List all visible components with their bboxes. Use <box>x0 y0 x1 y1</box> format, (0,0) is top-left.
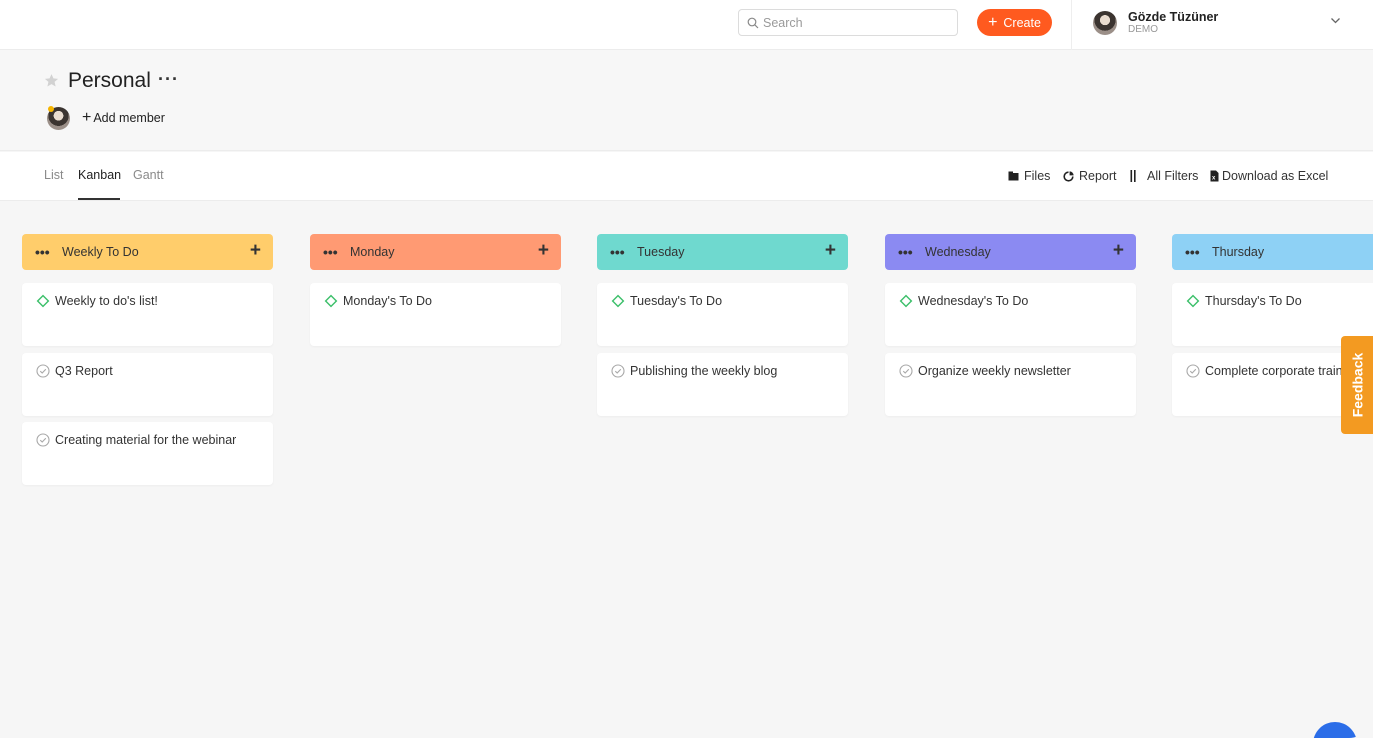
column-header: ••• Weekly To Do + <box>22 234 273 270</box>
all-filters-label: All Filters <box>1147 169 1199 183</box>
chevron-down-icon[interactable] <box>1330 15 1341 26</box>
column-title: Weekly To Do <box>62 245 139 259</box>
avatar <box>1093 11 1117 35</box>
search-input[interactable] <box>763 15 943 30</box>
user-subtitle: DEMO <box>1128 24 1158 35</box>
help-chat-button[interactable] <box>1313 722 1357 738</box>
kanban-card[interactable]: Q3 Report <box>22 353 273 416</box>
page-title: Personal <box>68 69 151 92</box>
user-name: Gözde Tüzüner <box>1128 10 1219 24</box>
download-excel-button[interactable]: x Download as Excel <box>1210 169 1328 183</box>
check-circle-icon <box>611 364 625 378</box>
create-label: Create <box>1003 15 1041 30</box>
tab-kanban[interactable]: Kanban <box>78 168 121 182</box>
kanban-card[interactable]: Publishing the weekly blog <box>597 353 848 416</box>
user-menu[interactable]: Gözde Tüzüner DEMO <box>1093 10 1348 36</box>
top-bar: + Create Gözde Tüzüner DEMO <box>0 0 1373 50</box>
column-header: ••• Wednesday + <box>885 234 1136 270</box>
card-title: Monday's To Do <box>343 294 433 308</box>
active-tab-indicator <box>78 198 120 200</box>
kanban-column: ••• Weekly To Do + Weekly to do's list! … <box>22 234 273 485</box>
card-title: Complete corporate training <box>1205 364 1360 378</box>
kanban-column: ••• Monday + Monday's To Do <box>310 234 561 346</box>
create-button[interactable]: + Create <box>977 9 1052 36</box>
card-title: Thursday's To Do <box>1205 294 1302 308</box>
plus-icon: + <box>988 13 998 31</box>
project-more-button[interactable]: ··· <box>158 69 179 90</box>
card-title: Tuesday's To Do <box>630 294 723 308</box>
check-circle-icon <box>36 364 50 378</box>
card-title: Q3 Report <box>55 364 113 378</box>
kanban-column: ••• Thursday Thursday's To Do Complete c… <box>1172 234 1373 416</box>
add-card-button[interactable]: + <box>825 241 836 260</box>
files-button[interactable]: Files <box>1008 169 1050 183</box>
plus-icon: + <box>82 109 92 126</box>
kanban-column: ••• Tuesday + Tuesday's To Do Publishing… <box>597 234 848 416</box>
check-circle-icon <box>1186 364 1200 378</box>
diamond-icon <box>611 294 625 308</box>
tab-gantt[interactable]: Gantt <box>133 168 164 182</box>
diamond-icon <box>1186 294 1200 308</box>
column-header: ••• Tuesday + <box>597 234 848 270</box>
add-card-button[interactable]: + <box>250 241 261 260</box>
report-label: Report <box>1079 169 1117 183</box>
folder-icon <box>1008 171 1019 181</box>
kanban-card[interactable]: Monday's To Do <box>310 283 561 346</box>
add-member-label: Add member <box>93 111 165 125</box>
search-icon <box>747 17 759 28</box>
check-circle-icon <box>899 364 913 378</box>
column-menu-icon[interactable]: ••• <box>1185 244 1207 260</box>
add-card-button[interactable]: + <box>1113 241 1124 260</box>
files-label: Files <box>1024 169 1051 183</box>
kanban-card[interactable]: Creating material for the webinar <box>22 422 273 485</box>
column-title: Tuesday <box>637 245 685 259</box>
excel-file-icon: x <box>1210 170 1219 182</box>
diamond-icon <box>36 294 50 308</box>
check-circle-icon <box>36 433 50 447</box>
all-filters-button[interactable]: All Filters <box>1130 169 1198 183</box>
add-card-button[interactable]: + <box>538 241 549 260</box>
column-title: Monday <box>350 245 395 259</box>
kanban-card[interactable]: Wednesday's To Do <box>885 283 1136 346</box>
kanban-column: ••• Wednesday + Wednesday's To Do Organi… <box>885 234 1136 416</box>
feedback-button[interactable]: Feedback <box>1341 336 1373 434</box>
status-dot <box>48 106 54 112</box>
card-title: Publishing the weekly blog <box>630 364 778 378</box>
divider <box>1071 0 1072 50</box>
card-title: Weekly to do's list! <box>55 294 158 308</box>
filter-bars-icon <box>1130 170 1136 182</box>
star-icon[interactable] <box>44 73 59 88</box>
card-title: Wednesday's To Do <box>918 294 1029 308</box>
column-title: Wednesday <box>925 245 991 259</box>
view-tab-bar: List Kanban Gantt Files Report All Filte… <box>0 152 1373 201</box>
column-title: Thursday <box>1212 245 1265 259</box>
report-button[interactable]: Report <box>1063 169 1117 183</box>
card-title: Organize weekly newsletter <box>918 364 1071 378</box>
column-menu-icon[interactable]: ••• <box>610 244 632 260</box>
diamond-icon <box>899 294 913 308</box>
kanban-card[interactable]: Organize weekly newsletter <box>885 353 1136 416</box>
card-title: Creating material for the webinar <box>55 433 237 447</box>
search-box[interactable] <box>738 9 958 36</box>
diamond-icon <box>324 294 338 308</box>
column-menu-icon[interactable]: ••• <box>35 244 57 260</box>
add-member-button[interactable]: + Add member <box>82 110 165 126</box>
column-header: ••• Thursday <box>1172 234 1373 270</box>
pie-chart-icon <box>1063 170 1074 182</box>
kanban-card[interactable]: Weekly to do's list! <box>22 283 273 346</box>
project-header: Personal ··· + Add member <box>0 50 1373 151</box>
column-menu-icon[interactable]: ••• <box>323 244 345 260</box>
column-header: ••• Monday + <box>310 234 561 270</box>
kanban-card[interactable]: Tuesday's To Do <box>597 283 848 346</box>
tab-list[interactable]: List <box>44 168 63 182</box>
download-label: Download as Excel <box>1222 169 1329 183</box>
column-menu-icon[interactable]: ••• <box>898 244 920 260</box>
feedback-label: Feedback <box>1349 352 1365 418</box>
app-window: + Create Gözde Tüzüner DEMO Personal ···… <box>0 0 1373 738</box>
